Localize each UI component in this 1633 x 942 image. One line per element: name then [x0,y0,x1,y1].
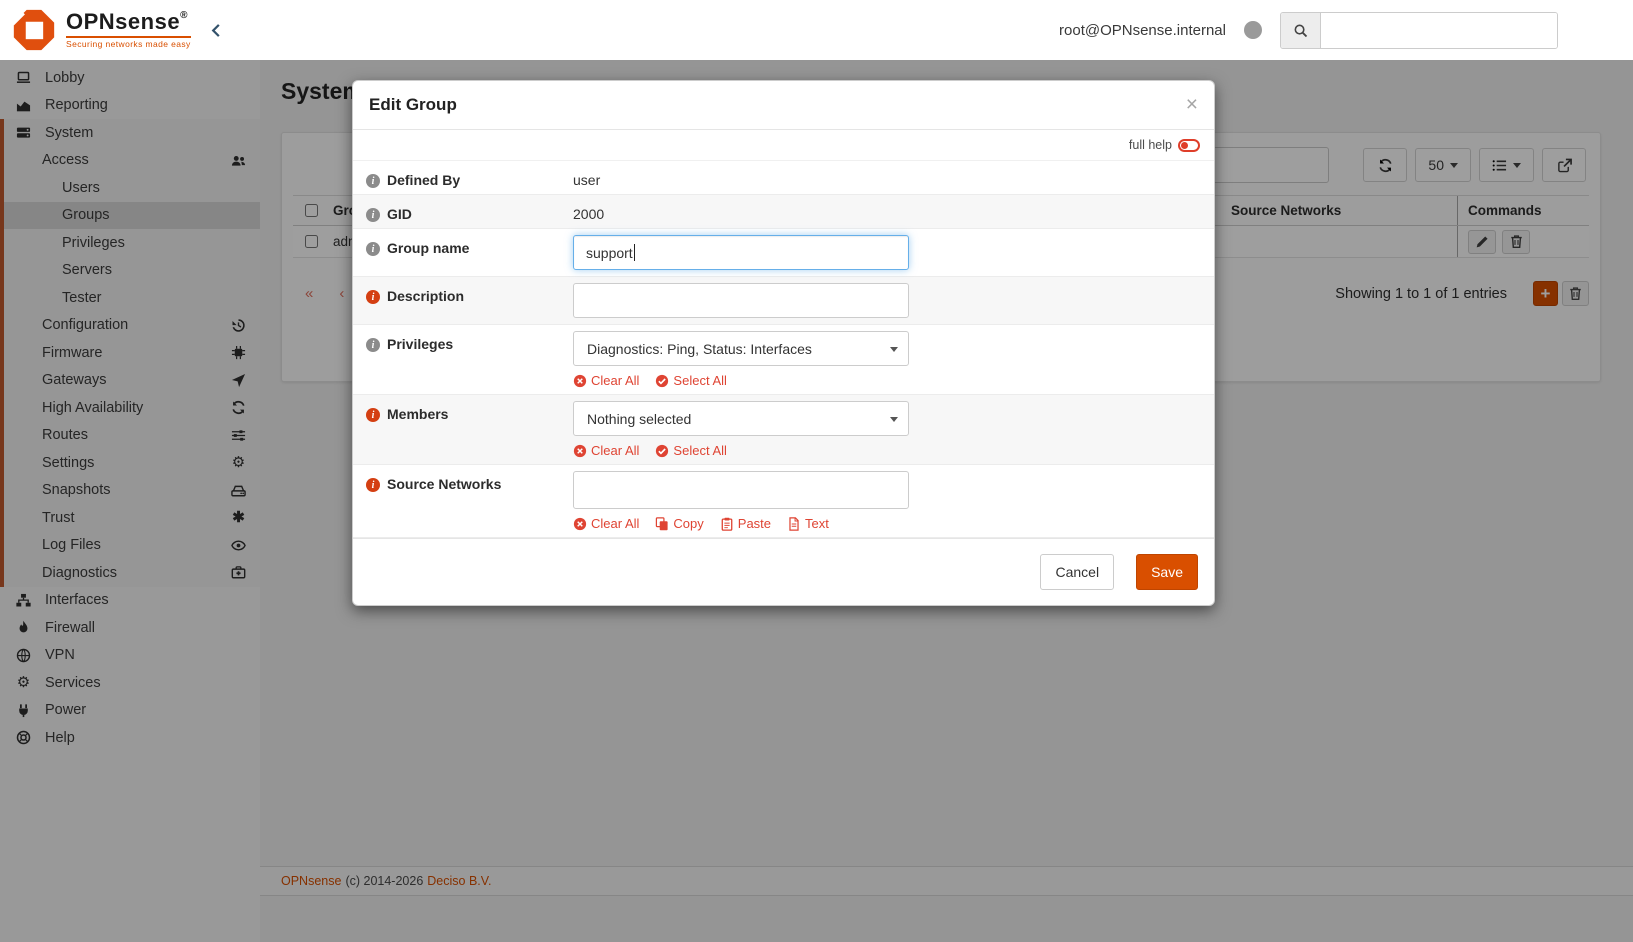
link-label: Paste [738,516,771,531]
file-text-icon [787,517,801,531]
brand-name: OPNsense® [66,9,188,34]
form-row-defined-by: i Defined By user [353,161,1214,195]
privileges-dropdown[interactable]: Diagnostics: Ping, Status: Interfaces [573,331,909,366]
field-links: Clear All Select All [573,373,1198,388]
input-value: support [586,245,633,261]
info-icon[interactable]: i [366,174,380,188]
info-icon[interactable]: i [366,478,380,492]
info-icon[interactable]: i [366,242,380,256]
info-icon[interactable]: i [366,290,380,304]
field-label: i Defined By [353,167,573,188]
info-icon[interactable]: i [366,408,380,422]
user-status-dot[interactable] [1244,21,1262,39]
field-label-text: Source Networks [387,476,501,492]
x-circle-icon [573,517,587,531]
x-circle-icon [573,444,587,458]
field-links: Clear All Select All [573,443,1198,458]
info-icon[interactable]: i [366,338,380,352]
search-addon [1281,13,1321,48]
link-label: Clear All [591,373,639,388]
form-row-group-name: i Group name support [353,229,1214,277]
form-row-privileges: i Privileges Diagnostics: Ping, Status: In… [353,325,1214,395]
field-control: Diagnostics: Ping, Status: Interfaces Cle… [573,331,1214,388]
registered-mark: ® [180,10,188,21]
link-label: Select All [673,373,726,388]
field-label: i Source Networks [353,471,573,531]
field-label: i Privileges [353,331,573,388]
check-circle-icon [655,374,669,388]
close-icon[interactable]: × [1186,97,1198,113]
caret-down-icon [890,347,898,352]
form-row-members: i Members Nothing selected Clear All Select … [353,395,1214,465]
form-row-description: i Description [353,277,1214,325]
paste-icon [720,517,734,531]
select-all-link[interactable]: Select All [655,373,726,388]
field-label-text: Description [387,288,464,304]
copy-link[interactable]: Copy [655,516,703,531]
full-help-label: full help [1129,138,1172,152]
field-label-text: GID [387,206,412,222]
field-control [573,283,1214,318]
members-dropdown[interactable]: Nothing selected [573,401,909,436]
top-navbar: OPNsense® Securing networks made easy ro… [0,0,1633,60]
field-control: support [573,235,1214,270]
check-circle-icon [655,444,669,458]
global-search-input[interactable] [1321,13,1557,48]
selected-value: Nothing selected [587,411,691,427]
form-row-gid: i GID 2000 [353,195,1214,229]
text-link[interactable]: Text [787,516,829,531]
clear-all-link[interactable]: Clear All [573,516,639,531]
field-static-value: 2000 [573,201,1198,222]
selected-value: Diagnostics: Ping, Status: Interfaces [587,341,812,357]
cancel-button[interactable]: Cancel [1040,554,1114,590]
copy-icon [655,517,669,531]
form-row-source-networks: i Source Networks Clear All Copy Paste Text [353,465,1214,538]
field-label: i GID [353,201,573,222]
field-control: Clear All Copy Paste Text [573,471,1214,531]
link-label: Clear All [591,516,639,531]
field-label: i Members [353,401,573,458]
full-help-toggle[interactable] [1178,139,1200,152]
source-networks-textarea[interactable] [573,471,909,509]
edit-group-modal: Edit Group × full help iDefined ByuseriG… [352,80,1215,606]
field-label-text: Members [387,406,448,422]
link-label: Text [805,516,829,531]
opnsense-logo-icon [12,8,56,52]
description-input[interactable] [573,283,909,318]
logged-in-user: root@OPNsense.internal [1059,22,1226,39]
field-control: Nothing selected Clear All Select All [573,401,1214,458]
paste-link[interactable]: Paste [720,516,771,531]
field-label: i Group name [353,235,573,270]
group-name-input[interactable]: support [573,235,909,270]
field-label-text: Group name [387,240,469,256]
text-cursor [634,244,635,261]
field-control: user [573,167,1214,188]
info-icon[interactable]: i [366,208,380,222]
modal-title: Edit Group [369,95,457,115]
field-label-text: Defined By [387,172,460,188]
clear-all-link[interactable]: Clear All [573,373,639,388]
link-label: Select All [673,443,726,458]
field-links: Clear All Copy Paste Text [573,516,1198,531]
link-label: Clear All [591,443,639,458]
select-all-link[interactable]: Select All [655,443,726,458]
field-label: i Description [353,283,573,318]
caret-down-icon [890,417,898,422]
opnsense-app: OPNsense® Securing networks made easy ro… [0,0,1633,942]
field-label-text: Privileges [387,336,453,352]
sidebar-collapse-icon[interactable] [209,23,224,38]
global-search [1280,12,1558,49]
link-label: Copy [673,516,703,531]
opnsense-logo[interactable]: OPNsense® Securing networks made easy [0,8,191,52]
field-control: 2000 [573,201,1214,222]
save-button[interactable]: Save [1136,554,1198,590]
search-icon [1293,23,1308,38]
brand-tagline: Securing networks made easy [66,36,191,49]
clear-all-link[interactable]: Clear All [573,443,639,458]
field-static-value: user [573,167,1198,188]
x-circle-icon [573,374,587,388]
